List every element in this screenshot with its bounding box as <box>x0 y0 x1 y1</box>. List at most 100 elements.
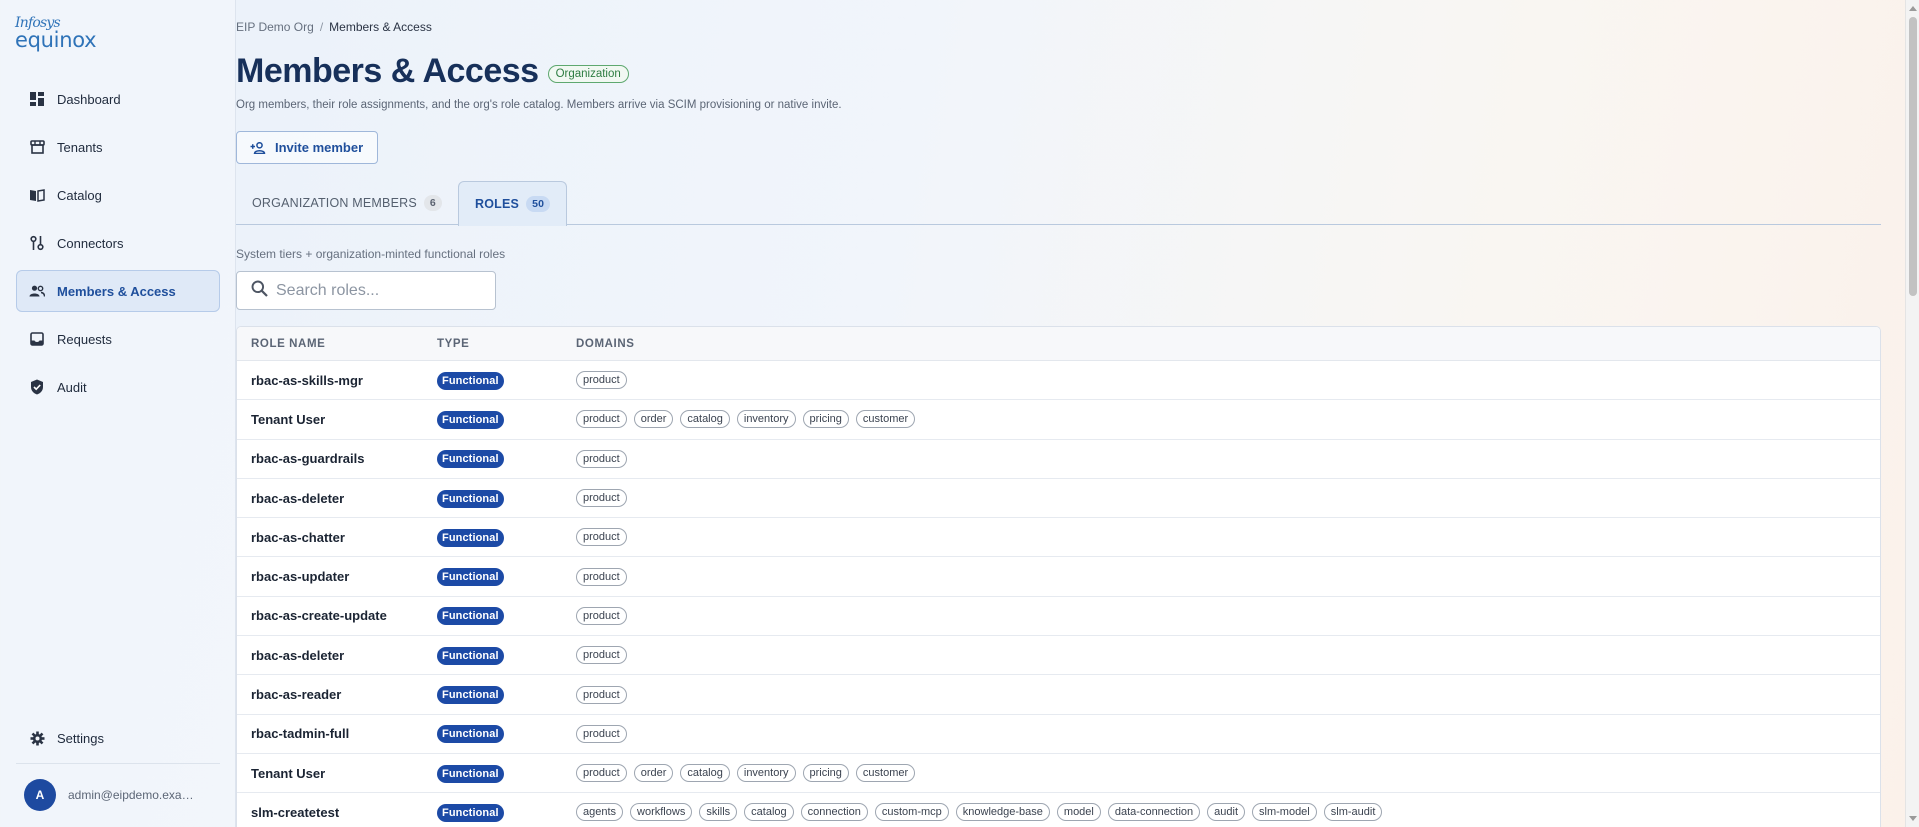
role-domains-cell: product <box>576 371 1880 390</box>
domain-chip: product <box>576 764 627 783</box>
title-row: Members & Access Organization <box>236 52 629 91</box>
scroll-up-arrow-icon[interactable] <box>1909 6 1917 11</box>
domain-chip: inventory <box>736 764 796 783</box>
scrollbar-thumb[interactable] <box>1909 17 1917 296</box>
table-row[interactable]: rbac-as-skills-mgr Functional product <box>237 361 1880 401</box>
role-domains-cell: product <box>576 528 1880 547</box>
user-profile[interactable]: A admin@eipdemo.example.com <box>24 779 198 811</box>
user-email: admin@eipdemo.example.com <box>68 788 198 802</box>
domain-chip: customer <box>855 410 916 429</box>
role-type-badge: Functional <box>437 371 504 390</box>
brand-logo[interactable]: Infosys equinox <box>15 16 97 52</box>
column-header-type[interactable]: TYPE <box>437 338 576 350</box>
sidebar-item-tenants[interactable]: Tenants <box>16 126 220 168</box>
sidebar-item-requests[interactable]: Requests <box>16 318 220 360</box>
page-subtitle: Org members, their role assignments, and… <box>236 99 842 111</box>
search-input[interactable] <box>276 281 486 300</box>
role-type-cell: Functional <box>437 803 576 822</box>
role-domains-cell: product <box>576 567 1880 586</box>
sidebar-item-label: Audit <box>57 379 87 395</box>
sidebar-item-dashboard[interactable]: Dashboard <box>16 78 220 120</box>
table-row[interactable]: rbac-as-create-update Functional product <box>237 597 1880 637</box>
dashboard-icon <box>29 91 45 107</box>
role-name: slm-createtest <box>251 804 340 820</box>
domain-chip: slm-model <box>1252 803 1317 822</box>
main-content: EIP Demo Org / Members & Access Members & … <box>236 0 1881 827</box>
domain-chip: customer <box>855 764 916 783</box>
sidebar-item-members-access[interactable]: Members & Access <box>16 270 220 312</box>
table-row[interactable]: Tenant User Functional product order catalog… <box>237 754 1880 794</box>
brand-line2: equinox <box>15 28 97 52</box>
table-row[interactable]: slm-createtest Functional agents workflows s… <box>237 793 1880 827</box>
domain-chip: knowledge-base <box>955 803 1050 822</box>
role-name: Tenant User <box>251 765 326 781</box>
table-header: ROLE NAME TYPE DOMAINS <box>237 327 1880 361</box>
domain-chip: custom-mcp <box>874 803 949 822</box>
column-header-role-name[interactable]: ROLE NAME <box>237 338 437 350</box>
role-type-badge: Functional <box>437 410 504 429</box>
role-name: rbac-as-deleter <box>251 647 345 663</box>
role-domains-cell: product <box>576 449 1880 468</box>
domain-chip: agents <box>576 803 624 822</box>
domain-chip: audit <box>1207 803 1246 822</box>
table-row[interactable]: rbac-as-updater Functional product <box>237 557 1880 597</box>
role-name: rbac-as-skills-mgr <box>251 372 363 388</box>
table-row[interactable]: Tenant User Functional product order catalog… <box>237 400 1880 440</box>
role-name: rbac-as-updater <box>251 569 350 585</box>
page-scrollbar[interactable] <box>1905 0 1919 827</box>
breadcrumb-separator: / <box>319 20 324 34</box>
role-type-cell: Functional <box>437 567 576 587</box>
role-name: rbac-as-deleter <box>251 490 345 506</box>
tab-organization-members[interactable]: ORGANIZATION MEMBERS 6 <box>236 181 458 225</box>
sidebar-item-connectors[interactable]: Connectors <box>16 222 220 264</box>
domain-chip: catalog <box>744 803 794 822</box>
table-row[interactable]: rbac-as-reader Functional product <box>237 675 1880 715</box>
sidebar-item-label: Settings <box>57 730 104 746</box>
sidebar-item-settings[interactable]: Settings <box>16 717 220 759</box>
sidebar-item-label: Members & Access <box>57 283 176 299</box>
domain-chip: product <box>576 606 627 625</box>
roles-table: ROLE NAME TYPE DOMAINS rbac-as-skills-mg… <box>236 326 1881 827</box>
role-type-badge: Functional <box>437 528 504 547</box>
breadcrumb-parent[interactable]: EIP Demo Org <box>236 20 314 34</box>
domain-chip: product <box>576 410 627 429</box>
role-domains-cell: product order catalog inventory pricing custo… <box>576 764 1880 783</box>
role-type-badge: Functional <box>437 764 504 783</box>
inbox-icon <box>29 331 45 347</box>
table-row[interactable]: rbac-as-guardrails Functional product <box>237 440 1880 479</box>
person-add-icon <box>250 141 266 154</box>
tab-roles[interactable]: ROLES 50 <box>458 181 568 226</box>
role-type-cell: Functional <box>437 410 576 429</box>
domain-chip: connection <box>800 803 868 822</box>
sidebar-item-label: Connectors <box>57 235 124 251</box>
role-name: rbac-as-reader <box>251 687 342 703</box>
search-icon <box>251 280 268 302</box>
table-row[interactable]: rbac-as-deleter Functional product <box>237 636 1880 676</box>
role-domains-cell: agents workflows skills catalog connection cu… <box>576 803 1880 822</box>
scroll-down-arrow-icon[interactable] <box>1909 816 1917 821</box>
sidebar-divider <box>16 763 220 764</box>
role-name: rbac-as-guardrails <box>251 451 365 467</box>
domain-chip: product <box>576 528 627 547</box>
role-type-cell: Functional <box>437 489 576 508</box>
domain-chip: product <box>576 449 627 468</box>
column-header-domains[interactable]: DOMAINS <box>576 338 1880 350</box>
domain-chip: product <box>576 567 627 586</box>
sidebar: Infosys equinox Dashboard Tenants Catalo… <box>0 0 236 827</box>
table-row[interactable]: rbac-tadmin-full Functional product <box>237 715 1880 754</box>
role-type-badge: Functional <box>437 803 504 822</box>
domain-chip: product <box>576 371 627 390</box>
domain-chip: product <box>576 685 627 704</box>
sidebar-item-catalog[interactable]: Catalog <box>16 174 220 216</box>
role-type-badge: Functional <box>437 568 504 587</box>
domain-chip: catalog <box>680 764 730 783</box>
sidebar-item-audit[interactable]: Audit <box>16 366 220 408</box>
invite-member-button[interactable]: Invite member <box>236 131 378 164</box>
table-row[interactable]: rbac-as-deleter Functional product <box>237 479 1880 519</box>
tab-label: ORGANIZATION MEMBERS <box>252 196 417 210</box>
domain-chip: pricing <box>802 410 849 429</box>
domain-chip: data-connection <box>1107 803 1201 822</box>
table-row[interactable]: rbac-as-chatter Functional product <box>237 518 1880 558</box>
domain-chip: pricing <box>802 764 849 783</box>
role-domains-cell: product order catalog inventory pricing custo… <box>576 410 1880 429</box>
